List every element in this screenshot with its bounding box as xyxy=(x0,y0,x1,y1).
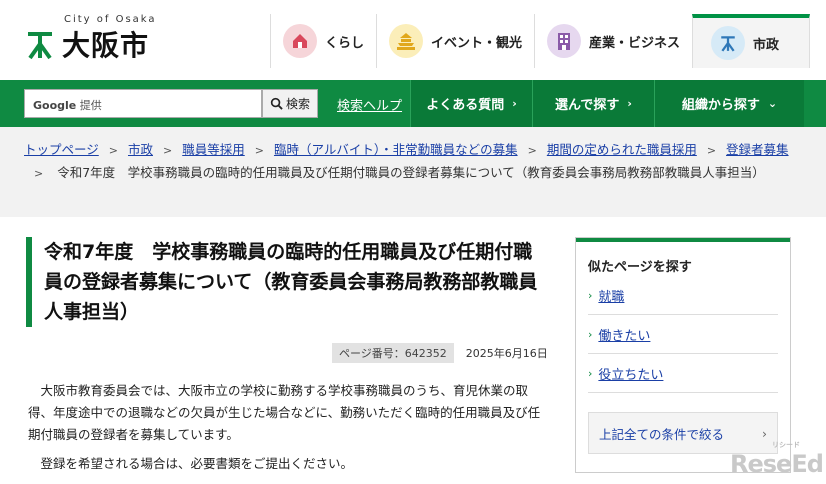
body-paragraph: 登録を希望される場合は、必要書類をご提出ください。 xyxy=(40,456,354,471)
breadcrumb-link[interactable]: 登録者募集 xyxy=(726,142,789,157)
chevron-down-icon: ⌄ xyxy=(767,97,778,110)
house-icon xyxy=(283,24,317,58)
osaka-emblem-icon xyxy=(28,32,52,60)
global-nav: よくある質問 › 選んで探す › 組織から探す ⌄ xyxy=(410,80,804,127)
breadcrumb-link[interactable]: トップページ xyxy=(24,142,99,157)
google-provider-label: Google 提供 xyxy=(33,99,102,112)
gnav-label: 組織から探す xyxy=(681,98,760,113)
page-number: ページ番号：642352 xyxy=(332,343,454,363)
chevron-right-icon: › xyxy=(588,327,593,341)
chevron-right-icon: > xyxy=(163,144,173,157)
similar-page-link[interactable]: 就職 xyxy=(598,286,624,305)
similar-page-item[interactable]: › 役立ちたい xyxy=(588,354,778,393)
nav-business[interactable]: 産業・ビジネス xyxy=(534,14,692,68)
resed-watermark: ReseEd リシード xyxy=(730,441,824,478)
breadcrumb: トップページ > 市政 > 職員等採用 > 臨時（アルバイト）・非常勤職員などの募集 > 期間の… xyxy=(0,127,826,217)
chevron-right-icon: > xyxy=(108,144,118,157)
chevron-right-icon: > xyxy=(34,167,44,180)
search-input[interactable]: Google 提供 xyxy=(24,89,262,118)
chevron-right-icon: › xyxy=(627,97,632,110)
similar-pages-panel: 似たページを探す › 就職 › 働きたい › 役立ちたい 上記全ての条件で絞る … xyxy=(575,237,791,473)
similar-page-item[interactable]: › 就職 xyxy=(588,276,778,315)
chevron-right-icon: › xyxy=(762,425,767,441)
watermark-small: リシード xyxy=(772,441,800,449)
site-header: City of Osaka 大阪市 くらし イベント・観光 産業・ビジネス 市政 xyxy=(0,0,826,80)
article-body: 大阪市教育委員会では、大阪市立の学校に勤務する学校事務職員のうち、育児休業の取得… xyxy=(28,380,550,475)
page-title: 令和7年度 学校事務職員の臨時的任用職員及び任期付職員の登録者募集について（教育… xyxy=(26,237,550,327)
chevron-right-icon: > xyxy=(706,144,717,157)
page-meta: ページ番号：642352 2025年6月16日 xyxy=(332,343,552,363)
logo-text: 大阪市 xyxy=(62,29,150,62)
filter-all-label: 上記全ての条件で絞る xyxy=(599,426,725,442)
chevron-right-icon: › xyxy=(588,288,593,302)
similar-page-item[interactable]: › 働きたい xyxy=(588,315,778,354)
nav-shisei[interactable]: 市政 xyxy=(692,14,811,68)
watermark-text: ReseEd xyxy=(730,450,824,478)
similar-page-link[interactable]: 役立ちたい xyxy=(598,364,663,383)
nav-label: くらし xyxy=(325,35,365,51)
chevron-right-icon: › xyxy=(512,97,517,110)
filter-all-button[interactable]: 上記全ての条件で絞る › xyxy=(588,412,778,454)
castle-icon xyxy=(389,24,424,58)
chevron-right-icon: > xyxy=(254,144,264,157)
gnav-organization[interactable]: 組織から探す ⌄ xyxy=(654,80,804,127)
building-icon xyxy=(547,24,582,58)
breadcrumb-link[interactable]: 臨時（アルバイト）・非常勤職員などの募集 xyxy=(274,142,518,157)
similar-page-link[interactable]: 働きたい xyxy=(598,325,650,344)
search-button-label: 検索 xyxy=(285,97,310,111)
search-nav-bar: Google 提供 検索 検索ヘルプ よくある質問 › 選んで探す › 組織から… xyxy=(0,80,826,127)
top-category-nav: くらし イベント・観光 産業・ビジネス 市政 xyxy=(270,14,811,68)
search-button[interactable]: 検索 xyxy=(262,89,318,118)
gnav-label: よくある質問 xyxy=(426,98,505,113)
nav-event[interactable]: イベント・観光 xyxy=(376,14,534,68)
city-logo[interactable]: City of Osaka 大阪市 xyxy=(24,14,174,66)
gnav-choose[interactable]: 選んで探す › xyxy=(532,80,654,127)
chevron-right-icon: › xyxy=(588,366,593,380)
breadcrumb-current: 令和7年度 学校事務職員の臨時的任用職員及び任期付職員の登録者募集について（教育… xyxy=(57,165,765,180)
breadcrumb-link[interactable]: 市政 xyxy=(128,142,153,157)
city-emblem-icon xyxy=(711,26,746,60)
search-icon xyxy=(270,97,283,110)
nav-label: 産業・ビジネス xyxy=(589,35,681,51)
chevron-right-icon: > xyxy=(527,144,537,157)
nav-kurashi[interactable]: くらし xyxy=(270,14,376,68)
body-paragraph: 大阪市教育委員会では、大阪市立の学校に勤務する学校事務職員のうち、育児休業の取得… xyxy=(28,383,541,442)
nav-label: イベント・観光 xyxy=(431,35,523,51)
gnav-faq[interactable]: よくある質問 › xyxy=(410,80,532,127)
nav-label: 市政 xyxy=(753,37,780,53)
breadcrumb-link[interactable]: 期間の定められた職員採用 xyxy=(547,142,697,157)
published-date: 2025年6月16日 xyxy=(465,347,548,360)
search-help-link[interactable]: 検索ヘルプ xyxy=(337,95,402,114)
breadcrumb-link[interactable]: 職員等採用 xyxy=(182,142,245,157)
similar-pages-title: 似たページを探す xyxy=(576,238,790,276)
gnav-label: 選んで探す xyxy=(555,98,620,113)
similar-pages-list: › 就職 › 働きたい › 役立ちたい xyxy=(576,276,790,393)
